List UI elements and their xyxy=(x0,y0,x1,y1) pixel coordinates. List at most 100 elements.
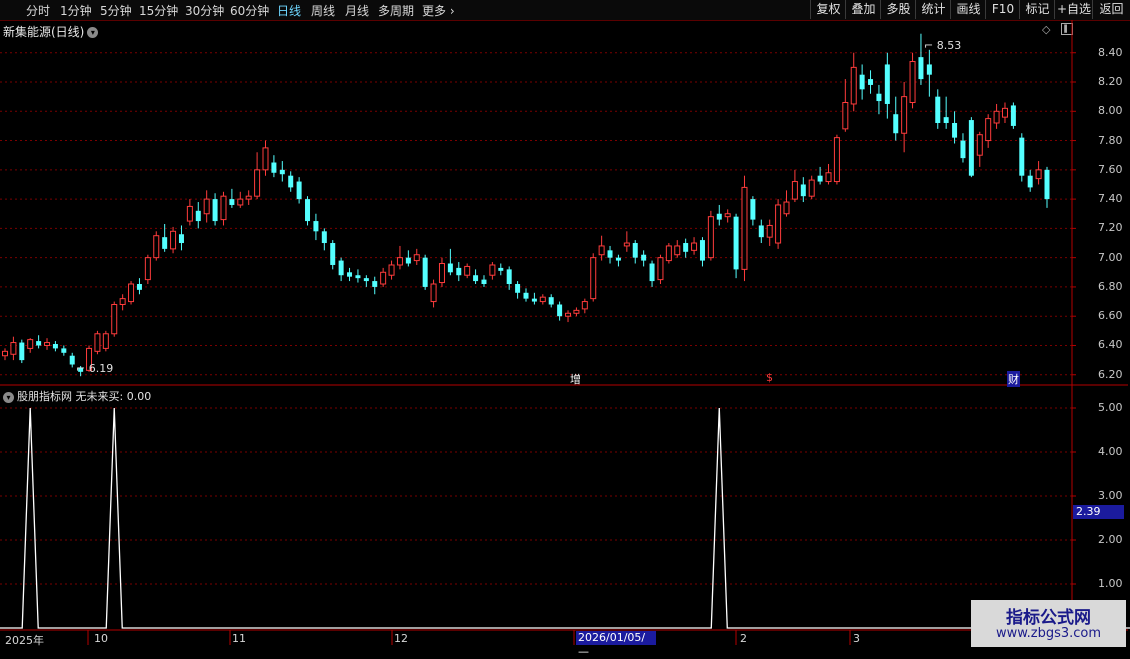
candle-body-up xyxy=(153,235,160,259)
candle-body-down xyxy=(523,292,529,299)
candle-body-down xyxy=(162,237,168,249)
candle-body-up xyxy=(128,283,135,303)
candle-body-down xyxy=(447,263,453,273)
candle-body-up xyxy=(598,245,605,256)
candle-body-up xyxy=(665,245,672,262)
candle-body-down xyxy=(422,257,428,287)
candle-body-up xyxy=(489,264,496,276)
candle-body-up xyxy=(220,195,227,221)
candle-body-up xyxy=(413,254,420,262)
kline-chart-svg[interactable] xyxy=(0,0,1130,650)
candle-body-up xyxy=(741,186,748,270)
candle-body-down xyxy=(178,234,184,244)
candle-body-down xyxy=(456,267,462,276)
price-tick-label: 6.40 xyxy=(1098,338,1123,352)
price-tick-label: 6.20 xyxy=(1098,367,1123,381)
candle-body-down xyxy=(473,275,479,282)
candle-body-up xyxy=(388,264,395,276)
candle-body-down xyxy=(515,284,521,293)
candle-body-down xyxy=(36,341,42,346)
cursor-date-box: 2026/01/05/— xyxy=(576,631,656,658)
event-tag-zeng[interactable]: 增 xyxy=(570,371,581,387)
x-label-2025: 2025年 xyxy=(5,634,44,647)
candle-body-up xyxy=(691,242,698,251)
candle-body-down xyxy=(195,210,201,222)
candle-body-up xyxy=(674,245,681,256)
candle-body-down xyxy=(405,257,411,264)
candle-body-down xyxy=(952,122,958,138)
candle-body-down xyxy=(1019,137,1025,176)
candle-body-up xyxy=(186,205,193,222)
candle-body-down xyxy=(632,243,638,258)
candle-body-down xyxy=(363,278,369,282)
event-tag-dollar[interactable]: $ xyxy=(766,371,773,384)
candle-body-up xyxy=(842,102,849,130)
watermark-logo: 指标公式网 www.zbgs3.com xyxy=(971,600,1126,647)
candle-body-down xyxy=(876,93,882,102)
candle-body-down xyxy=(918,57,924,80)
candle-body-down xyxy=(279,169,285,175)
price-tick-label: 8.40 xyxy=(1098,45,1123,59)
candle-body-down xyxy=(699,240,705,261)
candle-body-up xyxy=(909,61,916,104)
candle-body-up xyxy=(565,312,572,317)
candle-body-up xyxy=(111,303,118,335)
event-tag-cai[interactable]: 财 xyxy=(1007,371,1020,387)
indicator-tick-label: 3.00 xyxy=(1098,489,1123,502)
candle-body-up xyxy=(825,172,832,183)
candle-body-down xyxy=(649,263,655,282)
indicator-value: 无未来买: 0.00 xyxy=(75,390,152,403)
candle-body-down xyxy=(330,243,336,265)
candle-body-up xyxy=(102,333,109,349)
candle-body-down xyxy=(859,74,865,90)
low-arrow-icon: ⌐ xyxy=(76,362,89,375)
watermark-url: www.zbgs3.com xyxy=(995,626,1102,641)
candle-body-down xyxy=(296,181,302,200)
candle-body-up xyxy=(396,257,403,266)
indicator-signal-line xyxy=(0,407,1130,629)
candle-body-up xyxy=(581,301,588,310)
price-tick-label: 6.60 xyxy=(1098,309,1123,323)
high-price-label: ⌐ 8.53 xyxy=(924,39,962,52)
candle-body-up xyxy=(245,195,252,200)
x-label-oct: 10 xyxy=(94,632,108,645)
candle-body-down xyxy=(968,120,974,176)
indicator-tick-label: 5.00 xyxy=(1098,401,1123,414)
candle-body-down xyxy=(557,304,563,317)
candle-body-down xyxy=(313,221,319,232)
candle-body-up xyxy=(590,257,597,300)
indicator-title: ▾ 股朋指标网 无未来买: 0.00 xyxy=(3,388,151,404)
candle-body-up xyxy=(850,66,857,105)
candle-body-up xyxy=(10,342,17,355)
candle-body-down xyxy=(935,96,941,123)
indicator-dropdown-icon[interactable]: ▾ xyxy=(3,391,14,403)
candle-body-down xyxy=(321,231,327,244)
candle-body-down xyxy=(884,64,890,104)
candle-body-up xyxy=(1035,169,1042,180)
candle-body-up xyxy=(430,283,437,303)
candle-body-down xyxy=(641,254,647,261)
candle-body-down xyxy=(288,175,294,188)
candle-body-up xyxy=(707,216,714,259)
candle-body-down xyxy=(212,199,218,222)
candle-body-up xyxy=(985,118,992,142)
candle-body-up xyxy=(623,242,630,247)
watermark-title: 指标公式网 xyxy=(1006,608,1091,628)
candle-body-down xyxy=(506,269,512,285)
candle-body-down xyxy=(800,184,806,197)
candle-body-up xyxy=(144,257,151,281)
candle-body-up xyxy=(380,271,387,285)
candle-body-down xyxy=(716,213,722,220)
candle-body-up xyxy=(783,201,790,215)
candle-body-up xyxy=(254,169,261,197)
x-label-feb: 2 xyxy=(740,632,747,645)
candle-body-down xyxy=(1010,105,1016,126)
candle-body-up xyxy=(833,137,840,183)
candle-body-down xyxy=(893,114,899,134)
candle-body-down xyxy=(1027,175,1033,188)
indicator-name: 股朋指标网 xyxy=(17,390,72,403)
candle-body-down xyxy=(750,199,756,220)
candle-body-up xyxy=(993,110,1000,124)
candle-body-up xyxy=(237,198,244,206)
price-tick-label: 7.80 xyxy=(1098,133,1123,147)
